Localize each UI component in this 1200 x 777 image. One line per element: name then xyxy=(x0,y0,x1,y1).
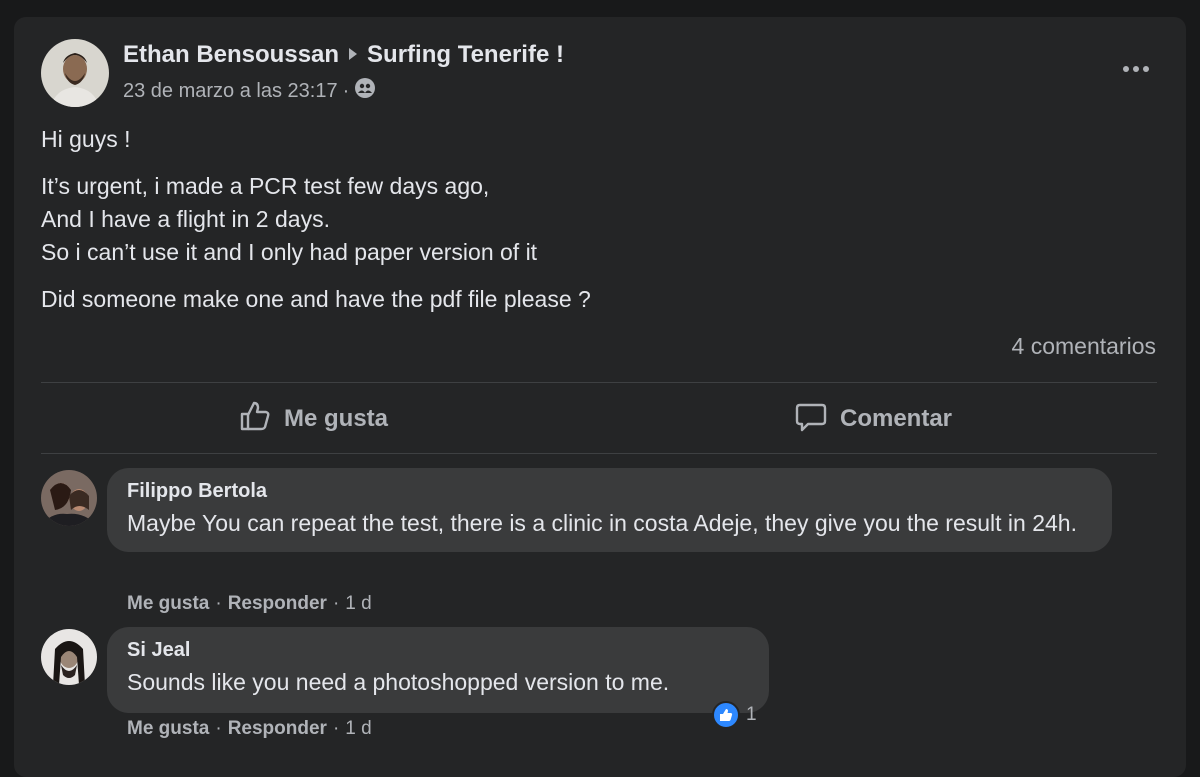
commenter-name[interactable]: Si Jeal xyxy=(127,639,749,662)
comment-button-label: Comentar xyxy=(840,405,953,432)
divider xyxy=(41,382,1157,383)
post-line: So i can’t use it and I only had paper v… xyxy=(41,239,538,265)
commenter-avatar[interactable] xyxy=(41,470,97,526)
comment-reply-button[interactable]: Responder xyxy=(228,593,327,615)
thumbs-up-icon xyxy=(238,399,272,440)
comment-bubble: Filippo Bertola Maybe You can repeat the… xyxy=(107,468,1112,552)
comment-button[interactable]: Comentar xyxy=(794,401,952,437)
post-timestamp[interactable]: 23 de marzo a las 23:17 xyxy=(123,80,338,103)
post-line: Did someone make one and have the pdf fi… xyxy=(41,286,591,312)
comment-text: Sounds like you need a photoshopped vers… xyxy=(127,669,670,695)
like-button-label: Me gusta xyxy=(284,405,389,432)
comment-reactions[interactable]: 1 xyxy=(712,701,757,729)
post-text: Hi guys ! It’s urgent, i made a PCR test… xyxy=(41,123,1141,330)
comment-like-button[interactable]: Me gusta xyxy=(127,593,209,615)
comments-count-link[interactable]: 4 comentarios xyxy=(1012,333,1156,360)
comment-icon xyxy=(794,399,828,440)
comment-reply-button[interactable]: Responder xyxy=(228,718,327,740)
comment-bubble: Si Jeal Sounds like you need a photoshop… xyxy=(107,627,769,713)
post-meta: 23 de marzo a las 23:17 · xyxy=(123,77,376,105)
comment-actions: Me gusta · Responder · 1 d xyxy=(127,718,372,740)
more-options-icon[interactable] xyxy=(1116,57,1156,81)
post-line: And I have a flight in 2 days. xyxy=(41,206,330,232)
post-line: Hi guys ! xyxy=(41,126,131,152)
group-icon xyxy=(354,77,376,105)
comment-time[interactable]: 1 d xyxy=(345,593,371,615)
commenter-name[interactable]: Filippo Bertola xyxy=(127,480,1092,503)
comment-time[interactable]: 1 d xyxy=(345,718,371,740)
post-line: It’s urgent, i made a PCR test few days … xyxy=(41,173,490,199)
caret-right-icon xyxy=(347,41,359,69)
like-reaction-icon xyxy=(712,701,740,729)
author-name[interactable]: Ethan Bensoussan xyxy=(123,41,339,69)
comment-like-button[interactable]: Me gusta xyxy=(127,718,209,740)
post-header: Ethan Bensoussan Surfing Tenerife ! xyxy=(123,41,564,69)
meta-separator: · xyxy=(342,79,350,102)
divider xyxy=(41,453,1157,454)
commenter-avatar[interactable] xyxy=(41,629,97,685)
like-button[interactable]: Me gusta xyxy=(238,401,388,437)
comment-text: Maybe You can repeat the test, there is … xyxy=(127,510,1077,536)
reaction-count: 1 xyxy=(746,704,757,725)
comment-actions: Me gusta · Responder · 1 d xyxy=(127,593,372,615)
group-name[interactable]: Surfing Tenerife ! xyxy=(367,41,564,69)
post-card: Ethan Bensoussan Surfing Tenerife ! 23 d… xyxy=(14,17,1186,777)
author-avatar[interactable] xyxy=(41,39,109,107)
